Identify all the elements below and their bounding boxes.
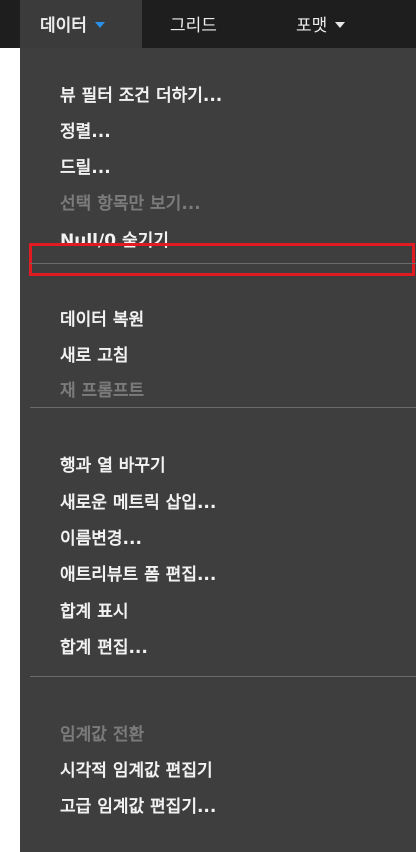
menu-item-toggle-thresholds: 임계값 전환 bbox=[60, 725, 145, 745]
menu-separator bbox=[30, 407, 416, 408]
chevron-down-icon bbox=[335, 22, 346, 28]
menu-item-show-totals[interactable]: 합계 표시 bbox=[60, 597, 128, 627]
tab-format-label: 포맷 bbox=[296, 16, 328, 36]
menu-item-drill[interactable]: 드릴... bbox=[60, 153, 111, 183]
highlight-box bbox=[29, 243, 415, 276]
chevron-down-icon bbox=[94, 22, 105, 28]
menu-item-insert-new-metric[interactable]: 새로운 메트릭 삽입... bbox=[60, 488, 216, 518]
menu-separator bbox=[30, 263, 416, 264]
menu-item-sort[interactable]: 정렬... bbox=[60, 117, 111, 147]
menu-item-show-selected-only: 선택 항목만 보기... bbox=[60, 194, 201, 214]
menu-item-rename[interactable]: 이름변경... bbox=[60, 524, 142, 554]
menu-item-refresh[interactable]: 새로 고침 bbox=[60, 341, 128, 371]
menu-item-swap-rows-columns[interactable]: 행과 열 바꾸기 bbox=[60, 451, 166, 481]
tab-data[interactable]: 데이터 bbox=[20, 0, 142, 48]
menu-item-reprompt: 재 프롬프트 bbox=[60, 381, 145, 401]
menu-item-visual-threshold-editor[interactable]: 시각적 임계값 편집기 bbox=[60, 756, 213, 786]
menu-item-add-view-filter[interactable]: 뷰 필터 조건 더하기... bbox=[60, 81, 222, 111]
menu-bar: 데이터 그리드 포맷 bbox=[0, 0, 416, 48]
menu-item-edit-totals[interactable]: 합계 편집... bbox=[60, 633, 148, 663]
menu-item-advanced-threshold-editor[interactable]: 고급 임계값 편집기... bbox=[60, 792, 216, 822]
data-dropdown-menu: 뷰 필터 조건 더하기... 정렬... 드릴... 선택 항목만 보기... … bbox=[20, 48, 416, 852]
tab-format[interactable]: 포맷 bbox=[296, 0, 346, 48]
tab-grid-label: 그리드 bbox=[170, 16, 217, 36]
menu-item-edit-attribute-forms[interactable]: 애트리뷰트 폼 편집... bbox=[60, 560, 216, 590]
app-window: 데이터 그리드 포맷 뷰 필터 조건 더하기... 정렬... 드릴... 선택… bbox=[0, 0, 416, 852]
menu-separator bbox=[30, 676, 416, 677]
tab-data-label: 데이터 bbox=[40, 16, 87, 36]
tab-grid[interactable]: 그리드 bbox=[170, 0, 217, 48]
menu-item-restore-data[interactable]: 데이터 복원 bbox=[60, 305, 144, 335]
